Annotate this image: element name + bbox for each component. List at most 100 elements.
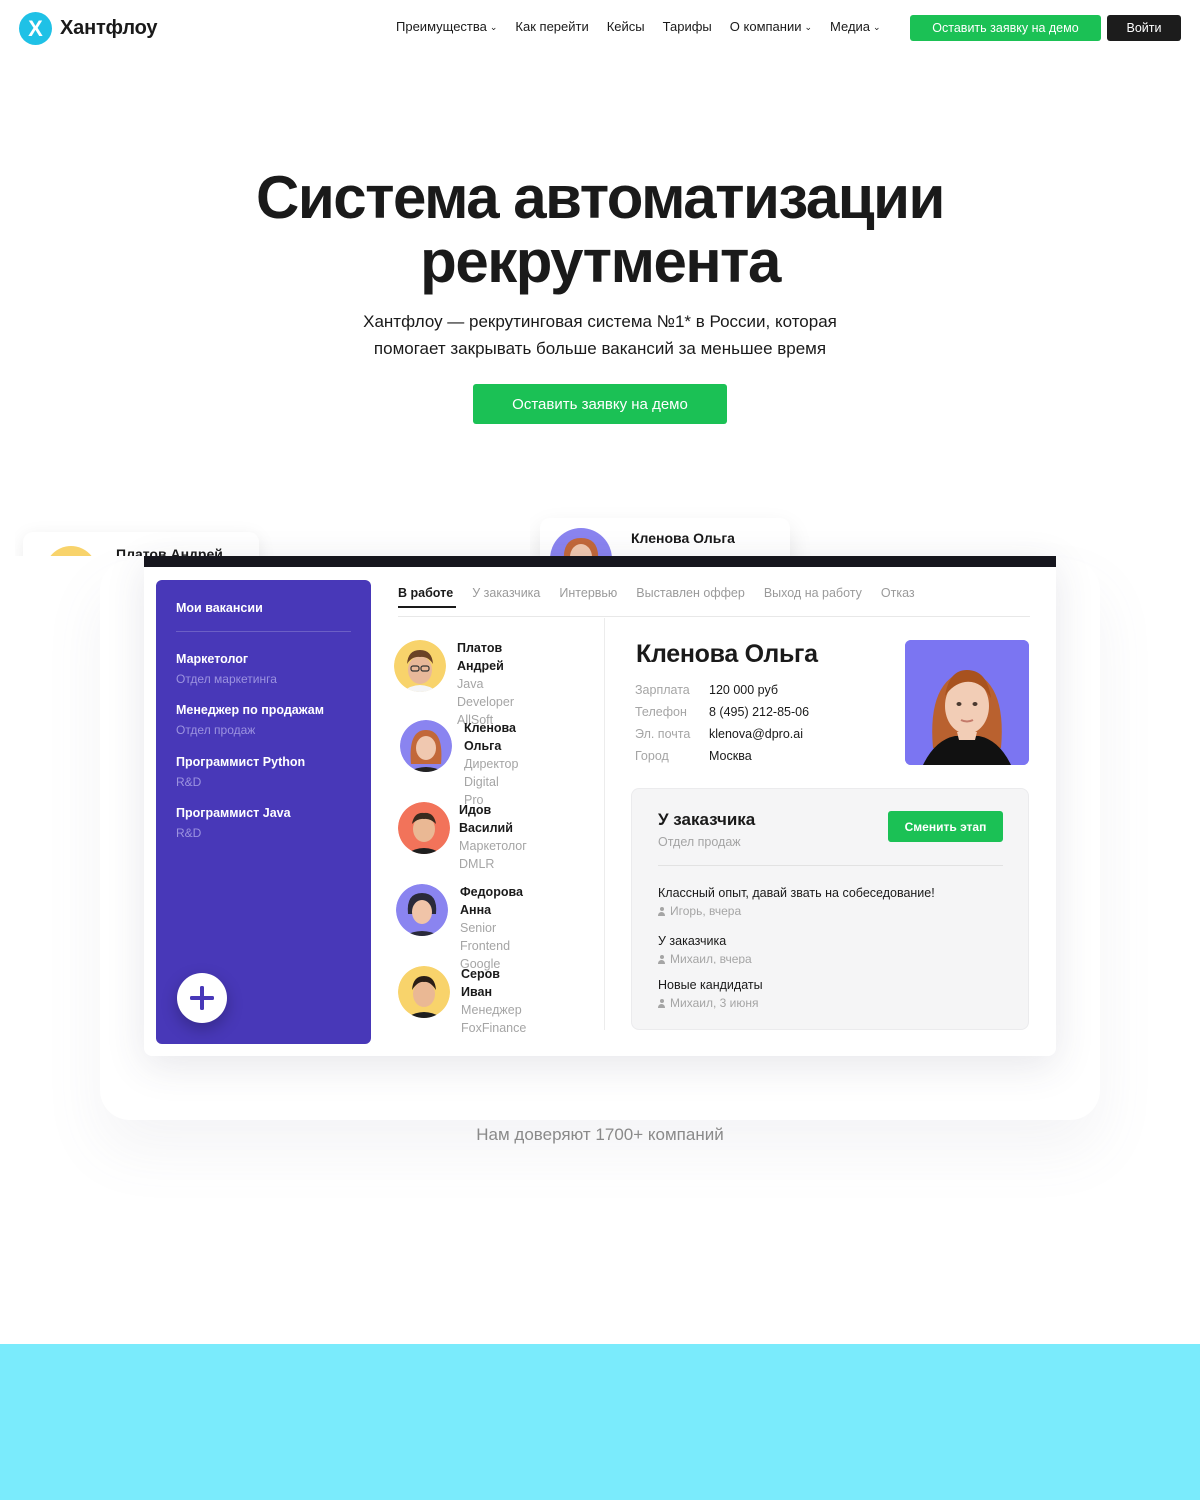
comment-author: Михаил, вчера xyxy=(670,952,752,964)
field-key: Телефон xyxy=(635,705,687,719)
comment-meta: Михаил, 3 июня xyxy=(658,994,763,1012)
peek-card-right: Кленова Ольга xyxy=(540,518,790,556)
chevron-down-icon: ⌄ xyxy=(804,22,813,32)
candidate-info: Кленова Ольга Директор Digital Pro xyxy=(464,719,518,809)
candidate-role: Директор xyxy=(464,757,519,771)
comment-meta: Михаил, вчера xyxy=(658,950,752,964)
comment-meta: Игорь, вчера xyxy=(658,902,935,920)
site-header: X Хантфлоу Преимущества ⌄ Как перейти Кей… xyxy=(0,0,1200,56)
field-value: Москва xyxy=(709,749,752,763)
main-nav: Преимущества ⌄ Как перейти Кейсы Тарифы О… xyxy=(396,19,881,34)
candidate-info: Идов Василий Маркетолог DMLR xyxy=(459,801,527,873)
vacancies-sidebar: Мои вакансии Маркетолог Отдел маркетинга… xyxy=(156,580,371,1044)
comment-text: У заказчика xyxy=(658,934,727,948)
nav-cases[interactable]: Кейсы xyxy=(607,19,645,34)
tab-interview[interactable]: Интервью xyxy=(559,586,617,600)
profile-photo xyxy=(905,640,1029,765)
candidate-name: Платов Андрей xyxy=(457,641,504,673)
active-tab-underline xyxy=(398,606,456,608)
avatar xyxy=(400,720,452,772)
vacancy-name: Программист Python xyxy=(176,755,306,769)
field-key: Город xyxy=(635,749,669,763)
add-vacancy-button[interactable] xyxy=(177,973,227,1023)
candidate-role: Senior Frontend xyxy=(460,921,511,953)
avatar xyxy=(50,546,92,556)
tab-in-progress[interactable]: В работе xyxy=(398,586,453,600)
field-value[interactable]: 8 (495) 212-85-06 xyxy=(709,705,809,719)
app-mockup: Мои вакансии Маркетолог Отдел маркетинга… xyxy=(144,556,1056,1056)
vacancy-name: Программист Java xyxy=(176,806,291,820)
nav-advantages[interactable]: Преимущества ⌄ xyxy=(396,19,497,34)
profile-name: Кленова Ольга xyxy=(636,640,818,668)
plus-icon xyxy=(190,986,214,1010)
stage-dept: Отдел продаж xyxy=(658,835,741,849)
nav-label: Медиа xyxy=(830,19,871,34)
comment-item: Новые кандидаты Михаил, 3 июня xyxy=(658,976,763,1012)
peek-name: Платов Андрей xyxy=(116,546,223,556)
nav-about[interactable]: О компании ⌄ xyxy=(730,19,812,34)
sidebar-item-python[interactable]: Программист Python R&D xyxy=(176,753,305,791)
tab-onboarding[interactable]: Выход на работу xyxy=(764,586,862,600)
field-key: Зарплата xyxy=(635,683,690,697)
avatar xyxy=(394,640,446,692)
hero-demo-button[interactable]: Оставить заявку на демо xyxy=(473,384,727,424)
candidate-info: Серов Иван Менеджер FoxFinance xyxy=(461,965,526,1037)
peek-card-left-clip: Платов Андрей xyxy=(15,500,275,556)
candidate-name: Серов Иван xyxy=(461,967,500,999)
comment-text: Классный опыт, давай звать на собеседова… xyxy=(658,886,935,900)
candidate-name: Федорова Анна xyxy=(460,885,523,917)
stage-divider xyxy=(658,865,1003,866)
stage-card: У заказчика Отдел продаж Сменить этап Кл… xyxy=(631,788,1029,1030)
tab-at-client[interactable]: У заказчика xyxy=(472,586,540,600)
sidebar-divider xyxy=(176,631,351,632)
hero-title-line: Система автоматизации xyxy=(256,164,945,231)
user-icon xyxy=(658,954,665,964)
candidate-name: Кленова Ольга xyxy=(464,721,517,753)
demo-request-button[interactable]: Оставить заявку на демо xyxy=(910,15,1101,41)
sidebar-item-java[interactable]: Программист Java R&D xyxy=(176,804,291,842)
comment-author: Михаил, 3 июня xyxy=(670,996,759,1010)
change-stage-button[interactable]: Сменить этап xyxy=(888,811,1003,842)
nav-media[interactable]: Медиа ⌄ xyxy=(830,19,881,34)
hero-title: Система автоматизации рекрутмента xyxy=(0,166,1200,294)
nav-label: О компании xyxy=(729,19,802,34)
bottom-section xyxy=(0,1344,1200,1500)
logo-text: Хантфлоу xyxy=(60,17,158,39)
nav-how-to-switch[interactable]: Как перейти xyxy=(515,19,588,34)
field-salary: Зарплата 120 000 руб xyxy=(635,679,809,701)
field-phone: Телефон 8 (495) 212-85-06 xyxy=(635,701,809,723)
vacancy-dept: R&D xyxy=(176,826,202,840)
candidate-company: FoxFinance xyxy=(461,1021,527,1035)
candidate-info: Платов Андрей Java Developer AllSoft xyxy=(457,639,514,729)
logo[interactable]: X Хантфлоу xyxy=(19,12,157,45)
hero-subtitle: Хантфлоу — рекрутинговая система №1* в Р… xyxy=(0,308,1200,362)
comment-text: Новые кандидаты xyxy=(658,978,763,992)
profile-fields: Зарплата 120 000 руб Телефон 8 (495) 212-8… xyxy=(635,679,809,767)
column-divider xyxy=(604,618,605,1030)
peek-card-left: Платов Андрей xyxy=(23,532,259,556)
user-icon xyxy=(658,998,665,1008)
vacancy-dept: R&D xyxy=(176,775,202,789)
sidebar-item-sales-manager[interactable]: Менеджер по продажам Отдел продаж xyxy=(176,701,324,739)
vacancy-name: Менеджер по продажам xyxy=(176,703,324,717)
tab-rejected[interactable]: Отказ xyxy=(881,586,915,600)
field-value[interactable]: klenova@dpro.ai xyxy=(709,727,803,741)
candidate-role: Менеджер xyxy=(461,1003,522,1017)
field-value: 120 000 руб xyxy=(709,683,779,697)
hero-subtitle-line: Хантфлоу — рекрутинговая система №1* в Р… xyxy=(363,312,837,331)
login-button[interactable]: Войти xyxy=(1107,15,1181,41)
avatar xyxy=(396,884,448,936)
app-topbar xyxy=(144,556,1056,567)
field-city: Город Москва xyxy=(635,745,809,767)
tab-offer[interactable]: Выставлен оффер xyxy=(636,586,745,600)
candidate-role: Java Developer xyxy=(457,677,514,709)
peek-card-right-clip: Кленова Ольга xyxy=(530,500,950,556)
nav-pricing[interactable]: Тарифы xyxy=(663,19,712,34)
comment-author: Игорь, вчера xyxy=(670,904,742,918)
avatar xyxy=(398,966,450,1018)
peek-name: Кленова Ольга xyxy=(631,530,735,546)
stage-tabs: В работе У заказчика Интервью Выставлен … xyxy=(398,586,915,600)
avatar xyxy=(550,528,612,556)
hero-title-line: рекрутмента xyxy=(420,228,781,295)
sidebar-item-marketer[interactable]: Маркетолог Отдел маркетинга xyxy=(176,650,277,688)
